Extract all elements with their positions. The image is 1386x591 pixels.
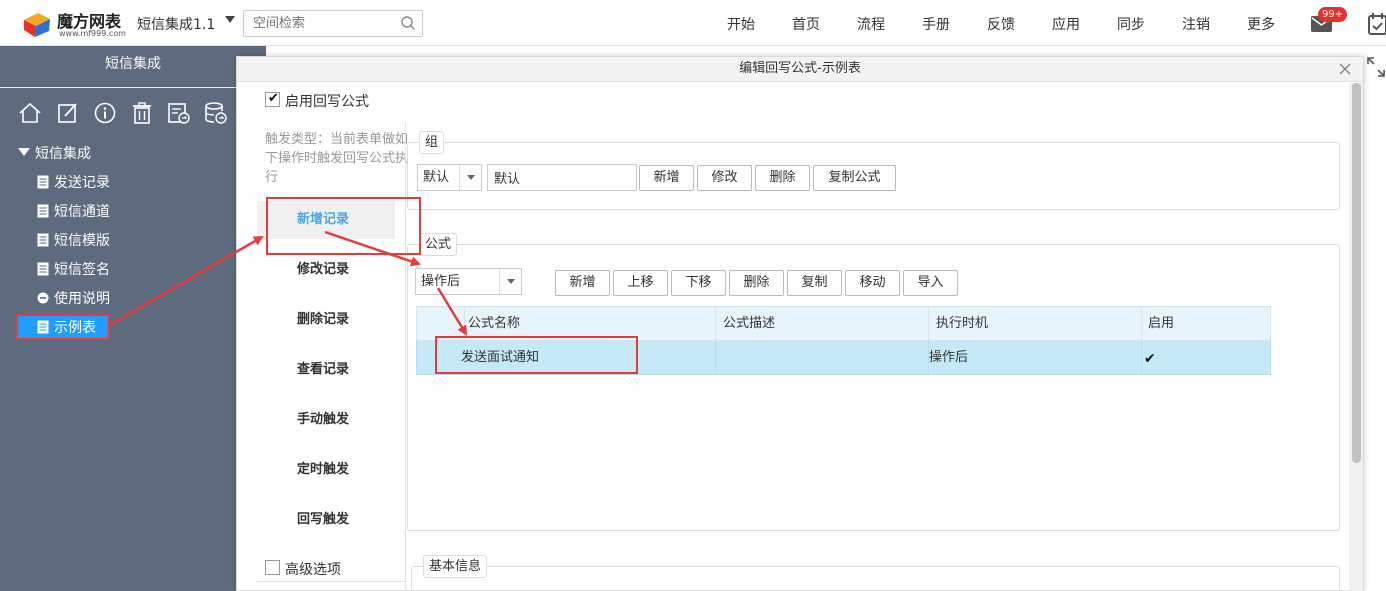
- divider: [405, 122, 406, 591]
- formula-delete-button[interactable]: 删除: [729, 270, 784, 296]
- tab-writeback-trigger[interactable]: 回写触发: [257, 501, 395, 539]
- minus-circle-icon: [37, 292, 49, 304]
- formula-move-up-button[interactable]: 上移: [613, 270, 668, 296]
- trigger-hint: 触发类型：当前表单做如下操作时触发回写公式执行: [265, 132, 409, 185]
- sidebar-item-label: 使用说明: [54, 291, 110, 307]
- info-icon[interactable]: [93, 101, 117, 125]
- edit-icon[interactable]: [56, 101, 80, 125]
- sidebar-item-label: 短信通道: [54, 204, 110, 220]
- group-name-input[interactable]: [487, 164, 637, 191]
- caret-down-icon[interactable]: [18, 148, 30, 156]
- dialog-title: 编辑回写公式-示例表: [237, 57, 1363, 82]
- close-icon[interactable]: [1337, 61, 1353, 77]
- timing-select-value: 操作后: [421, 274, 461, 289]
- top-bar: 魔方网表 www.mf999.com 短信集成1.1 开始 首页 流程 手册 反…: [0, 0, 1386, 46]
- group-legend: 组: [419, 131, 445, 154]
- sidebar-item-example-table[interactable]: 示例表: [16, 314, 110, 340]
- basic-info-fieldset: [411, 566, 1340, 591]
- nav-sync[interactable]: 同步: [1117, 14, 1145, 34]
- tree-root-label: 短信集成: [35, 146, 91, 162]
- checkmark-icon: ✔: [268, 91, 279, 106]
- nav-home[interactable]: 首页: [792, 14, 820, 34]
- notification-badge: 99+: [1318, 7, 1348, 22]
- header-cell[interactable]: 公式描述: [716, 307, 929, 341]
- formula-timing-cell[interactable]: 操作后: [929, 341, 1142, 375]
- enable-writeback-checkbox[interactable]: ✔: [265, 92, 280, 107]
- timing-select[interactable]: 操作后: [415, 268, 522, 295]
- home-icon[interactable]: [18, 101, 42, 125]
- nav-more[interactable]: 更多: [1247, 14, 1275, 34]
- tab-view-record[interactable]: 查看记录: [257, 351, 395, 389]
- tab-delete-record[interactable]: 删除记录: [257, 301, 395, 339]
- advanced-options-checkbox[interactable]: [265, 560, 280, 575]
- logo[interactable]: 魔方网表 www.mf999.com: [22, 8, 132, 40]
- sidebar-item-label: 示例表: [54, 320, 96, 336]
- nav-logout[interactable]: 注销: [1182, 14, 1210, 34]
- nav-feedback[interactable]: 反馈: [987, 14, 1015, 34]
- enable-writeback-label: 启用回写公式: [285, 94, 369, 110]
- expand-icon[interactable]: [1366, 56, 1386, 78]
- app-switcher[interactable]: 短信集成1.1: [137, 14, 215, 34]
- divider: [257, 581, 407, 582]
- header-cell[interactable]: 执行时机: [929, 307, 1142, 341]
- nav-apps[interactable]: 应用: [1052, 14, 1080, 34]
- doc-icon: [37, 262, 49, 276]
- formula-move-down-button[interactable]: 下移: [671, 270, 726, 296]
- doc-icon: [37, 320, 49, 334]
- header-cell[interactable]: 启用: [1142, 307, 1270, 341]
- doc-icon: [37, 233, 49, 247]
- database-icon[interactable]: [204, 101, 228, 125]
- group-edit-button[interactable]: 修改: [697, 165, 752, 191]
- nav-manual[interactable]: 手册: [922, 14, 950, 34]
- group-copy-formula-button[interactable]: 复制公式: [813, 165, 896, 191]
- trash-icon[interactable]: [130, 101, 154, 125]
- export-icon[interactable]: [167, 101, 191, 125]
- formula-copy-button[interactable]: 复制: [787, 270, 842, 296]
- advanced-options-label: 高级选项: [285, 562, 341, 578]
- formula-move-button[interactable]: 移动: [845, 270, 900, 296]
- search-icon[interactable]: [400, 15, 416, 31]
- tab-timed-trigger[interactable]: 定时触发: [257, 451, 395, 489]
- edit-formula-dialog: 编辑回写公式-示例表 ✔ 启用回写公式 触发类型：当前表单做如下操作时触发回写公…: [236, 56, 1364, 591]
- highlight-box: [266, 197, 421, 255]
- group-select-value: 默认: [423, 170, 450, 185]
- search-input[interactable]: [243, 10, 423, 37]
- checkmark-icon[interactable]: ✔: [1144, 351, 1156, 367]
- caret-down-icon[interactable]: [225, 16, 235, 23]
- sidebar-item-label: 短信模版: [54, 233, 110, 249]
- formula-add-button[interactable]: 新增: [555, 270, 610, 296]
- highlight-box: [435, 336, 638, 374]
- nav-flow[interactable]: 流程: [857, 14, 885, 34]
- scrollbar-thumb[interactable]: [1352, 83, 1361, 463]
- tab-manual-trigger[interactable]: 手动触发: [257, 401, 395, 439]
- tab-edit-record[interactable]: 修改记录: [257, 251, 395, 289]
- sidebar-item-label: 短信签名: [54, 262, 110, 278]
- group-delete-button[interactable]: 删除: [755, 165, 810, 191]
- chevron-down-icon[interactable]: [459, 165, 481, 190]
- sidebar: 短信集成 短信集成 发送记录 短信通道 短信模版 短信签名 使用说明 示例表: [0, 46, 266, 591]
- calendar-icon[interactable]: [1368, 12, 1386, 36]
- logo-url: www.mf999.com: [59, 29, 126, 38]
- doc-icon: [37, 204, 49, 218]
- chevron-down-icon[interactable]: [499, 269, 521, 294]
- formula-import-button[interactable]: 导入: [903, 270, 958, 296]
- nav-start[interactable]: 开始: [727, 14, 755, 34]
- basic-info-legend: 基本信息: [423, 555, 488, 578]
- group-add-button[interactable]: 新增: [639, 165, 694, 191]
- sidebar-title: 短信集成: [0, 46, 266, 88]
- group-select[interactable]: 默认: [417, 164, 482, 191]
- doc-icon: [37, 175, 49, 189]
- formula-legend: 公式: [419, 233, 458, 256]
- formula-desc-cell[interactable]: [716, 341, 929, 375]
- logo-cube-icon: [24, 13, 50, 37]
- sidebar-item-label: 发送记录: [54, 175, 110, 191]
